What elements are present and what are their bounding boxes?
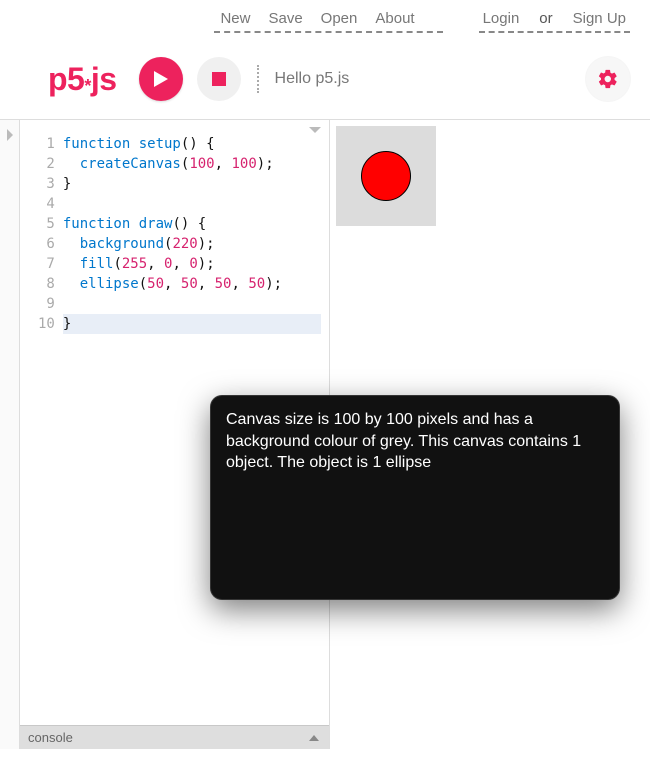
sidebar-toggle[interactable]: [0, 120, 20, 749]
chevron-down-icon: [307, 124, 323, 136]
play-icon: [153, 70, 169, 88]
line-gutter: 12345678910: [20, 134, 63, 725]
nav-about[interactable]: About: [375, 10, 414, 27]
toolbar: p5*js Hello p5.js: [0, 39, 650, 119]
logo: p5*js: [48, 61, 117, 98]
sketch-canvas: [336, 126, 436, 226]
accessibility-tooltip: Canvas size is 100 by 100 pixels and has…: [210, 395, 620, 600]
nav-auth-group: Login or Sign Up: [479, 10, 630, 33]
chevron-up-icon: [307, 733, 321, 743]
console-toggle[interactable]: console: [20, 725, 329, 749]
ellipse-shape: [361, 151, 411, 201]
nav-login[interactable]: Login: [483, 10, 520, 27]
stop-icon: [212, 72, 226, 86]
chevron-right-icon: [5, 128, 15, 142]
console-label: console: [28, 730, 73, 745]
nav-file-group: New Save Open About: [214, 10, 442, 33]
settings-button[interactable]: [586, 57, 630, 101]
tooltip-text: Canvas size is 100 by 100 pixels and has…: [226, 411, 581, 471]
nav-open[interactable]: Open: [321, 10, 358, 27]
nav-or-text: or: [539, 10, 552, 27]
editor-collapse[interactable]: [307, 123, 323, 139]
gear-icon: [597, 68, 619, 90]
sketch-name[interactable]: Hello p5.js: [275, 70, 572, 88]
nav-new[interactable]: New: [220, 10, 250, 27]
play-button[interactable]: [139, 57, 183, 101]
top-nav: New Save Open About Login or Sign Up: [0, 0, 650, 39]
nav-save[interactable]: Save: [268, 10, 302, 27]
toolbar-divider: [257, 65, 259, 93]
nav-signup[interactable]: Sign Up: [573, 10, 626, 27]
stop-button[interactable]: [197, 57, 241, 101]
